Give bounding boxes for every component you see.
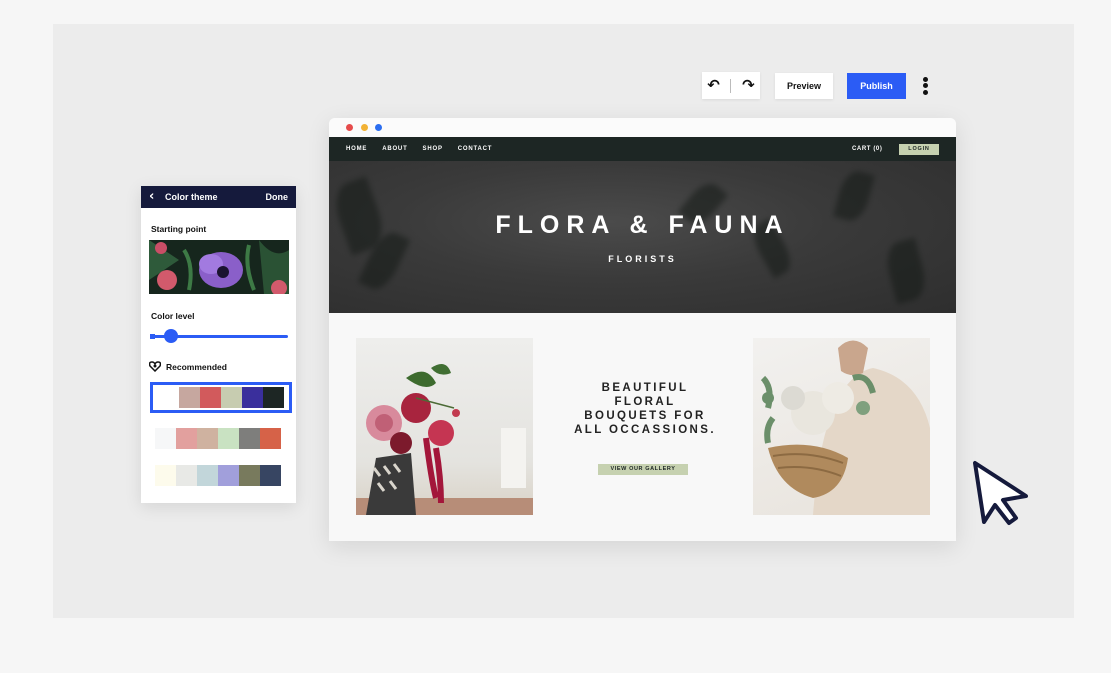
more-options-icon[interactable] — [920, 75, 930, 97]
nav-link-home[interactable]: HOME — [346, 146, 367, 152]
starting-point-image[interactable] — [149, 240, 289, 294]
site-tagline: BEAUTIFUL FLORAL BOUQUETS FOR ALL OCCASSION… — [574, 382, 716, 436]
palette-swatch — [263, 387, 284, 408]
palette-swatch — [179, 387, 200, 408]
cart-link[interactable]: CART (0) — [852, 137, 882, 161]
palette-swatch — [218, 465, 239, 486]
nav-link-about[interactable]: ABOUT — [382, 146, 407, 152]
undo-icon[interactable]: ↶ — [707, 78, 720, 93]
login-button[interactable]: LOGIN — [899, 144, 939, 155]
palette-swatch — [239, 428, 260, 449]
site-title: FLORA & FAUNA — [495, 211, 790, 239]
palette-swatch — [218, 428, 239, 449]
divider — [730, 78, 732, 93]
window-close-dot — [346, 124, 353, 131]
hero-banner: FLORA & FAUNA FLORISTS — [329, 161, 956, 313]
site-preview-window: HOME ABOUT SHOP CONTACT CART (0) LOGIN F… — [329, 118, 956, 541]
palette-swatch — [155, 428, 176, 449]
palette-option[interactable] — [150, 460, 286, 491]
nav-link-contact[interactable]: CONTACT — [458, 146, 492, 152]
window-maximize-dot — [375, 124, 382, 131]
palette-swatch — [200, 387, 221, 408]
done-button[interactable]: Done — [266, 186, 289, 208]
palette-option[interactable] — [150, 423, 286, 454]
palette-swatch — [197, 428, 218, 449]
recommended-icon — [149, 361, 161, 372]
publish-button[interactable]: Publish — [847, 72, 906, 99]
view-gallery-button[interactable]: VIEW OUR GALLERY — [598, 464, 688, 475]
palette-swatch — [242, 387, 263, 408]
redo-icon[interactable]: ↷ — [742, 78, 755, 93]
browser-bar — [329, 118, 956, 137]
site-content: BEAUTIFUL FLORAL BOUQUETS FOR ALL OCCASSION… — [329, 313, 956, 541]
undo-redo-group: ↶ ↷ — [702, 72, 760, 99]
palette-swatch — [158, 387, 179, 408]
editor-toolbar: ↶ ↷ Preview Publish — [702, 72, 930, 99]
panel-header: ‹ Color theme Done — [141, 186, 296, 208]
palette-swatch — [176, 465, 197, 486]
palette-swatch — [239, 465, 260, 486]
hero-foliage — [881, 237, 931, 305]
palette-option[interactable] — [150, 382, 292, 413]
florist-photo — [753, 338, 930, 515]
starting-point-label: Starting point — [151, 224, 207, 234]
nav-link-shop[interactable]: SHOP — [423, 146, 443, 152]
color-level-slider-handle[interactable] — [164, 329, 179, 343]
mouse-cursor-icon — [973, 461, 1028, 525]
window-minimize-dot — [361, 124, 368, 131]
palette-swatch — [155, 465, 176, 486]
palette-swatch — [197, 465, 218, 486]
palette-swatch — [176, 428, 197, 449]
site-subtitle: FLORISTS — [608, 254, 677, 264]
palette-swatch — [260, 428, 281, 449]
panel-title: Color theme — [165, 192, 218, 202]
color-level-label: Color level — [151, 311, 195, 321]
site-navbar: HOME ABOUT SHOP CONTACT CART (0) LOGIN — [329, 137, 956, 161]
back-chevron-icon[interactable]: ‹ — [149, 189, 154, 205]
palette-swatch — [221, 387, 242, 408]
palette-swatch — [260, 465, 281, 486]
preview-button[interactable]: Preview — [775, 72, 833, 99]
recommended-label: Recommended — [166, 362, 227, 372]
bouquet-photo — [356, 338, 533, 515]
color-theme-panel: ‹ Color theme Done Starting point Color … — [141, 186, 296, 503]
